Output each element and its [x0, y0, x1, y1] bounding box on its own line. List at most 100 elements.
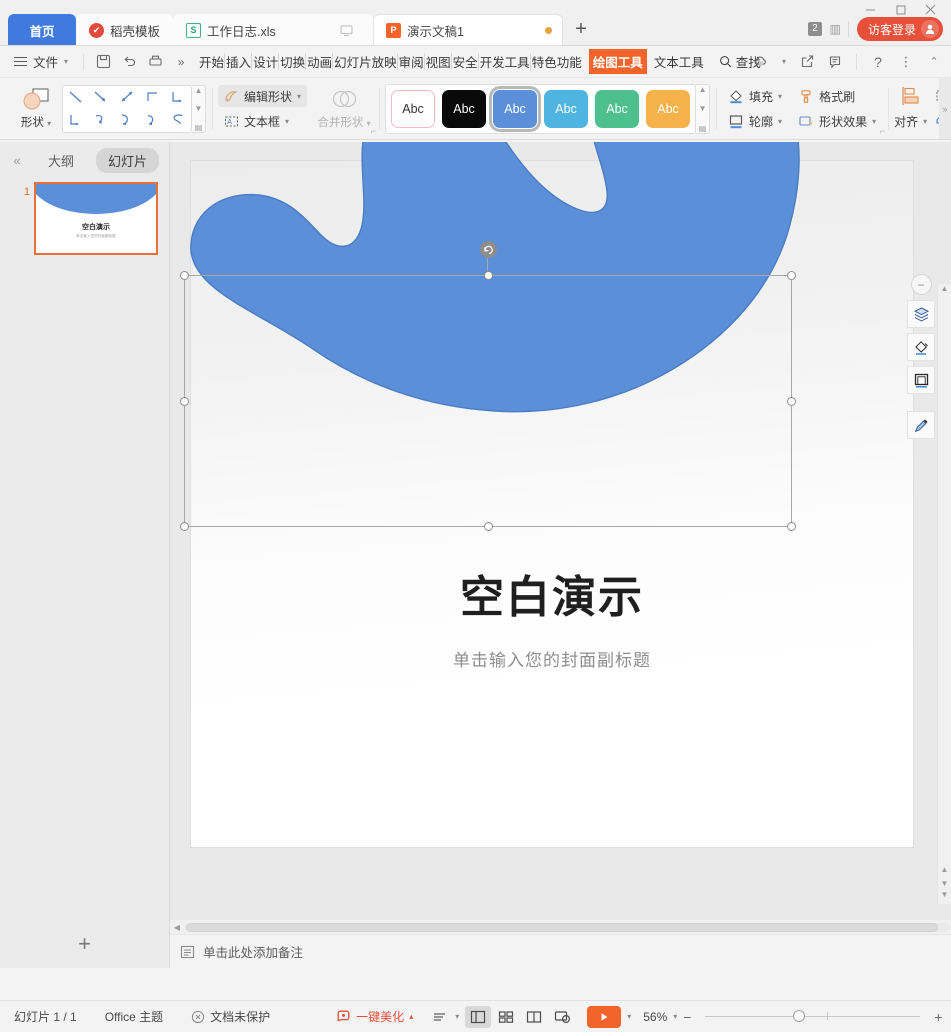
more-icon[interactable]: »: [168, 50, 194, 74]
tab-worklog-xls[interactable]: S 工作日志.xls: [173, 14, 373, 45]
notes-bar[interactable]: 单击此处添加备注: [170, 934, 951, 968]
chevron-down-icon[interactable]: ▾: [673, 1012, 677, 1021]
more-vert-icon[interactable]: ⋮: [893, 50, 919, 74]
previous-slide-icon[interactable]: ▲: [941, 865, 949, 874]
resize-handle-sw[interactable]: [180, 522, 189, 531]
cloud-sync-icon[interactable]: [748, 50, 774, 74]
dialog-launcher-icon[interactable]: ⌐: [371, 126, 376, 136]
theme-status[interactable]: Office 主题: [91, 1008, 177, 1025]
tab-list-icon[interactable]: ▥: [830, 22, 840, 36]
style-swatch-white-outline[interactable]: Abc: [391, 90, 435, 128]
undo-icon[interactable]: [116, 50, 142, 74]
slide-sorter-view-button[interactable]: [493, 1006, 519, 1028]
ribbon-tab-features[interactable]: 特色功能: [531, 50, 583, 73]
vertical-scrollbar[interactable]: ▲ ▲ ▼ ▼: [937, 284, 951, 904]
ribbon-tab-start[interactable]: 开始: [198, 50, 225, 73]
list-item[interactable]: 1 空白演示 单击输入您的封面副标题: [0, 182, 169, 255]
scroll-left-icon[interactable]: ◀: [170, 923, 184, 932]
layers-icon[interactable]: [907, 300, 935, 328]
chevron-down-icon[interactable]: ▾: [455, 1012, 459, 1021]
resize-handle-se[interactable]: [787, 522, 796, 531]
tab-count-badge[interactable]: 2: [808, 22, 822, 36]
outline-button[interactable]: 轮廓 ▾: [722, 110, 788, 132]
zoom-in-button[interactable]: +: [930, 1009, 946, 1025]
chevron-down-icon[interactable]: ▾: [627, 1012, 631, 1021]
ribbon-tab-review[interactable]: 审阅: [398, 50, 425, 73]
style-swatch-black-fill[interactable]: Abc: [442, 90, 486, 128]
frame-icon[interactable]: [907, 366, 935, 394]
presenter-view-button[interactable]: [549, 1006, 575, 1028]
resize-handle-n[interactable]: [484, 271, 493, 280]
save-icon[interactable]: [90, 50, 116, 74]
s-curve-icon[interactable]: [169, 112, 187, 128]
curve-double-icon[interactable]: [144, 112, 162, 128]
textbox-button[interactable]: A 文本框 ▾: [218, 110, 307, 132]
zoom-out-button[interactable]: −: [679, 1009, 695, 1025]
print-icon[interactable]: [142, 50, 168, 74]
tab-outline[interactable]: 大纲: [36, 148, 86, 173]
scroll-down-icon[interactable]: ▼: [195, 104, 203, 113]
slide-title[interactable]: 空白演示: [191, 561, 913, 625]
file-menu-button[interactable]: 文件 ▾: [0, 52, 77, 71]
hscroll-thumb[interactable]: [186, 923, 938, 932]
scroll-extra-controls[interactable]: ▲ ▼: [938, 862, 951, 890]
tab-home[interactable]: 首页: [8, 14, 76, 45]
horizontal-scrollbar[interactable]: ◀: [170, 920, 951, 934]
scroll-down-icon[interactable]: ▼: [699, 104, 707, 113]
start-slideshow-button[interactable]: [587, 1006, 621, 1028]
brush-icon[interactable]: [907, 411, 935, 439]
collapse-tools-icon[interactable]: −: [911, 274, 932, 295]
gallery-expand-icon[interactable]: ▤: [699, 124, 707, 133]
ribbon-tab-drawing-tools[interactable]: 绘图工具: [589, 49, 647, 74]
zoom-slider-handle[interactable]: [793, 1010, 805, 1022]
maximize-icon[interactable]: [885, 0, 915, 18]
shape-gallery-scrollbar[interactable]: ▲ ▼ ▤: [192, 85, 206, 133]
help-icon[interactable]: ?: [865, 50, 891, 74]
style-swatch-light-blue-fill[interactable]: Abc: [544, 90, 588, 128]
ribbon-tab-transition[interactable]: 切换: [279, 50, 306, 73]
tab-presentation1[interactable]: P 演示文稿1: [373, 14, 563, 45]
ribbon-tab-slideshow[interactable]: 幻灯片放映: [333, 50, 398, 73]
collapse-pane-icon[interactable]: «: [8, 153, 26, 168]
align-button[interactable]: 对齐 ▾: [894, 110, 927, 132]
resize-handle-w[interactable]: [180, 397, 189, 406]
ribbon-overflow-icon[interactable]: »: [939, 78, 951, 139]
style-swatch-blue-fill[interactable]: Abc: [493, 90, 537, 128]
comment-icon[interactable]: [822, 50, 848, 74]
scroll-up-icon[interactable]: ▲: [699, 85, 707, 94]
minimize-icon[interactable]: [855, 0, 885, 18]
rotate-handle[interactable]: [480, 241, 497, 258]
ribbon-tab-design[interactable]: 设计: [252, 50, 279, 73]
chevron-down-icon[interactable]: ▾: [776, 50, 792, 74]
curve-arrow-icon[interactable]: [92, 112, 110, 128]
next-slide-icon[interactable]: ▼: [941, 879, 949, 888]
style-swatch-orange-fill[interactable]: Abc: [646, 90, 690, 128]
gallery-expand-icon[interactable]: ▤: [195, 123, 203, 132]
tab-daoke-template[interactable]: ✔ 稻壳模板: [76, 14, 173, 45]
slide-subtitle[interactable]: 单击输入您的封面副标题: [191, 646, 913, 671]
protection-status[interactable]: 文档未保护: [177, 1008, 284, 1025]
ribbon-tab-animation[interactable]: 动画: [306, 50, 333, 73]
ribbon-tab-insert[interactable]: 插入: [225, 50, 252, 73]
style-swatch-green-fill[interactable]: Abc: [595, 90, 639, 128]
resize-handle-nw[interactable]: [180, 271, 189, 280]
elbow-double-icon[interactable]: [67, 112, 85, 128]
fill-style-icon[interactable]: [907, 333, 935, 361]
slide-canvas[interactable]: 空白演示 单击输入您的封面副标题 −: [170, 142, 951, 968]
ribbon-tab-text-tools[interactable]: 文本工具: [653, 50, 705, 73]
ribbon-tab-view[interactable]: 视图: [425, 50, 452, 73]
zoom-slider[interactable]: [705, 1016, 920, 1018]
shape-selection-box[interactable]: [184, 275, 792, 527]
resize-handle-e[interactable]: [787, 397, 796, 406]
arrow-icon[interactable]: [92, 89, 110, 105]
elbow-arrow-icon[interactable]: [169, 89, 187, 105]
edit-shape-button[interactable]: 编辑形状 ▾: [218, 85, 307, 107]
reading-view-button[interactable]: [521, 1006, 547, 1028]
add-slide-button[interactable]: +: [0, 920, 169, 968]
format-painter-button[interactable]: 格式刷: [792, 85, 882, 107]
zoom-level-label[interactable]: 56%: [639, 1010, 671, 1024]
dialog-launcher-icon[interactable]: ⌐: [880, 126, 885, 136]
resize-handle-ne[interactable]: [787, 271, 796, 280]
scroll-down-icon[interactable]: ▼: [938, 890, 951, 904]
collapse-ribbon-icon[interactable]: ⌃: [921, 50, 947, 74]
